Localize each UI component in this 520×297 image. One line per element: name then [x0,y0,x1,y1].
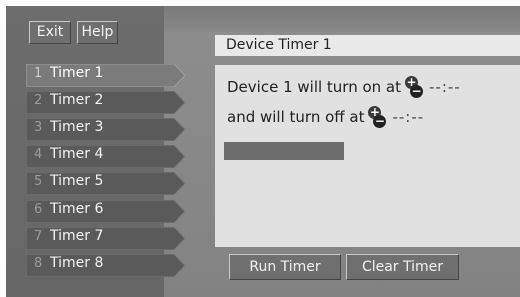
tab-timer-6[interactable]: 6 Timer 6 [26,200,186,223]
tab-timer-8[interactable]: 8 Timer 8 [26,254,186,277]
minus-icon[interactable]: − [410,85,424,98]
tab-label: Timer 8 [50,255,104,271]
on-time-stepper[interactable]: + − [405,76,424,98]
clear-timer-button[interactable]: Clear Timer [346,254,459,280]
tab-number: 7 [34,229,43,244]
exit-button[interactable]: Exit [29,21,71,44]
off-time-value: --:-- [392,108,425,126]
turn-off-row: and will turn off at + − --:-- [227,106,424,128]
top-shade [164,6,520,32]
tab-timer-1[interactable]: 1 Timer 1 [26,64,186,87]
tab-number: 4 [34,147,43,162]
tab-timer-4[interactable]: 4 Timer 4 [26,145,186,168]
page-title: Device Timer 1 [226,37,332,53]
tab-timer-2[interactable]: 2 Timer 2 [26,91,186,114]
tab-number: 5 [34,174,43,189]
turn-on-row: Device 1 will turn on at + − --:-- [227,76,461,98]
turn-on-text: Device 1 will turn on at [227,78,402,96]
run-timer-button[interactable]: Run Timer [229,254,341,280]
tab-number: 8 [34,256,43,271]
tab-label: Timer 1 [50,65,104,81]
status-bar [224,142,344,160]
turn-off-text: and will turn off at [227,108,365,126]
tab-label: Timer 3 [50,119,104,135]
tab-label: Timer 6 [50,201,104,217]
on-time-value: --:-- [429,78,461,96]
timer-title-bar: Device Timer 1 [215,35,520,56]
tab-number: 2 [34,93,43,108]
tab-label: Timer 5 [50,173,104,189]
tab-number: 6 [34,202,43,217]
tab-timer-7[interactable]: 7 Timer 7 [26,227,186,250]
off-time-stepper[interactable]: + − [368,106,387,128]
help-button[interactable]: Help [77,21,118,44]
minus-icon[interactable]: − [373,115,387,128]
tab-timer-5[interactable]: 5 Timer 5 [26,172,186,195]
tab-number: 1 [34,66,43,81]
tab-label: Timer 2 [50,92,104,108]
tab-number: 3 [34,120,43,135]
tab-timer-3[interactable]: 3 Timer 3 [26,118,186,141]
tab-label: Timer 4 [50,146,104,162]
timer-settings-panel: Device 1 will turn on at + − --:-- and will… [215,65,520,247]
tab-label: Timer 7 [50,228,104,244]
device-timer-screen: Exit Help 1 Timer 1 2 Timer 2 3 Timer 3 … [0,0,520,297]
